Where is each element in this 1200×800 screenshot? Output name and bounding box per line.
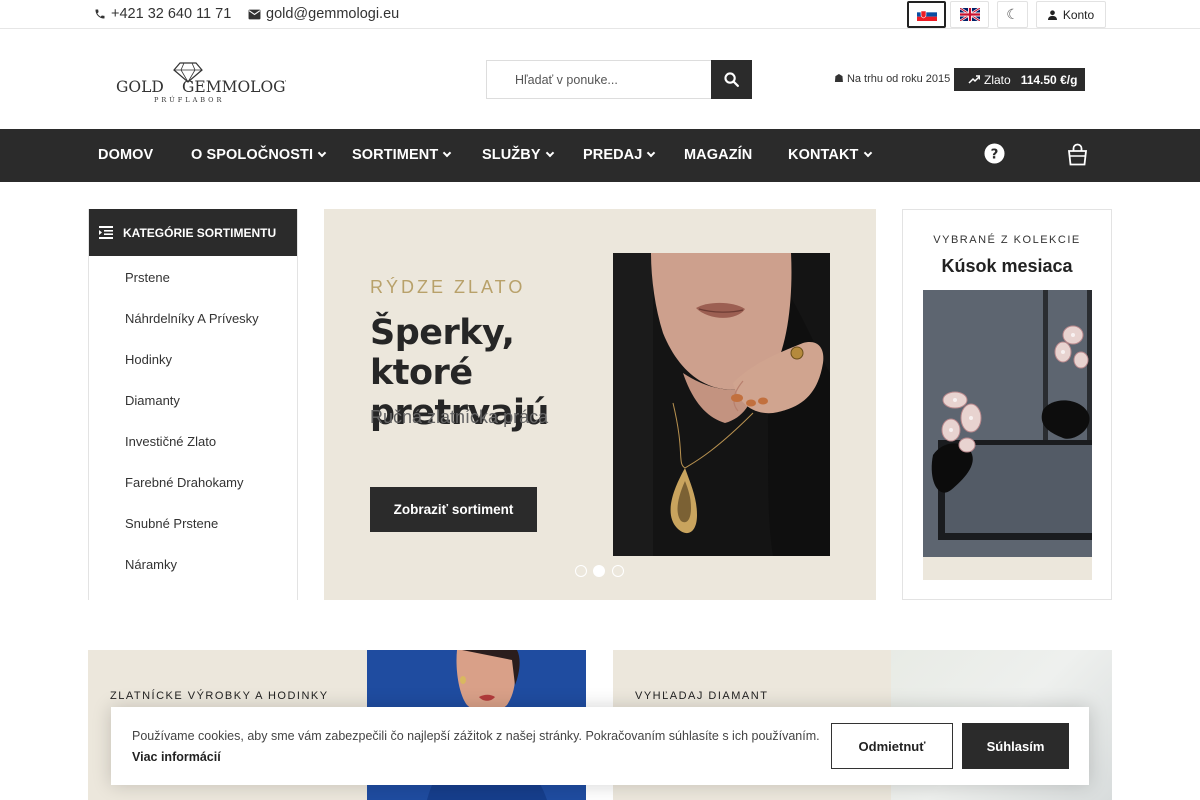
- search-button[interactable]: [711, 60, 752, 99]
- slider-dot-active[interactable]: [593, 565, 605, 577]
- phone-number: +421 32 640 11 71: [111, 6, 232, 22]
- promo-kicker: VYHĽADAJ DIAMANT: [635, 690, 769, 702]
- hero-kicker: RÝDZE ZLATO: [370, 277, 526, 297]
- cookie-more-info-link[interactable]: Viac informácií: [132, 750, 221, 764]
- slider-dot[interactable]: [612, 565, 624, 577]
- nav-item-sortiment[interactable]: SORTIMENT: [352, 147, 452, 163]
- search-icon: [724, 72, 740, 88]
- logo-text-left: GOLD: [116, 78, 164, 96]
- category-item[interactable]: Farebné Drahokamy: [125, 475, 244, 490]
- language-en-button[interactable]: [950, 1, 989, 28]
- email-address: gold@gemmologi.eu: [266, 6, 400, 22]
- category-item[interactable]: Prstene: [125, 270, 170, 285]
- nav-label: SORTIMENT: [352, 147, 439, 163]
- cookie-message: Používame cookies, aby sme vám zabezpeči…: [132, 729, 820, 743]
- nav-item-sluzby[interactable]: SLUŽBY: [482, 147, 554, 163]
- moon-icon: ☾: [1006, 6, 1019, 22]
- dark-mode-toggle[interactable]: ☾: [997, 1, 1028, 28]
- chevron-down-icon: [317, 148, 327, 158]
- nav-label: O SPOLOČNOSTI: [191, 147, 314, 163]
- phone-link[interactable]: +421 32 640 11 71: [94, 6, 231, 22]
- list-icon: [99, 226, 113, 239]
- search-input[interactable]: Hľadať v ponuke...: [487, 61, 711, 98]
- trending-up-icon: [968, 75, 980, 84]
- email-link[interactable]: gold@gemmologi.eu: [248, 6, 399, 22]
- nav-item-magazin[interactable]: MAGAZÍN: [684, 147, 752, 163]
- collection-kicker: VYBRANÉ Z KOLEKCIE: [933, 234, 1081, 246]
- shopping-bag-icon: [1067, 143, 1088, 166]
- nav-label: DOMOV: [98, 147, 154, 163]
- since-info: ☗ Na trhu od roku 2015: [834, 72, 950, 85]
- category-item[interactable]: Hodinky: [125, 352, 172, 367]
- question-icon: ?: [984, 143, 1005, 164]
- hero-model-image: [613, 253, 830, 556]
- collection-title: Kúsok mesiaca: [941, 256, 1073, 276]
- cart-button[interactable]: [1067, 143, 1088, 171]
- chevron-down-icon: [545, 148, 554, 158]
- logo-tagline: PRÚFLABOR: [154, 95, 224, 104]
- search-bar: Hľadať v ponuke...: [486, 60, 752, 99]
- main-navigation: DOMOV O SPOLOČNOSTI SORTIMENT SLUŽBY PRE…: [0, 129, 1200, 182]
- logo-graphic: GOLD GEMMOLOGY PRÚFLABOR: [116, 62, 296, 104]
- person-icon: ☗: [834, 73, 844, 85]
- nav-label: PREDAJ: [583, 147, 643, 163]
- hero-slider: RÝDZE ZLATO Šperky, ktoré pretrvajú Ručn…: [324, 209, 876, 600]
- category-item[interactable]: Náhrdelníky A Prívesky: [125, 311, 259, 326]
- category-item[interactable]: Náramky: [125, 557, 177, 572]
- gold-label: Zlato: [984, 72, 1011, 87]
- since-text: Na trhu od roku 2015: [846, 73, 951, 85]
- nav-item-o-spolocnosti[interactable]: O SPOLOČNOSTI: [191, 147, 327, 163]
- chevron-down-icon: [443, 148, 452, 158]
- slider-dot[interactable]: [575, 565, 587, 577]
- collection-product-image: [923, 290, 1092, 580]
- logo-text-right: GEMMOLOGY: [182, 78, 286, 96]
- mail-icon: [248, 9, 261, 19]
- phone-icon: [95, 9, 105, 19]
- cookie-reject-button[interactable]: Odmietnuť: [831, 723, 953, 769]
- sidebar-title: KATEGÓRIE SORTIMENTU: [123, 225, 277, 240]
- category-item[interactable]: Diamanty: [125, 393, 180, 408]
- search-placeholder: Hľadať v ponuke...: [515, 72, 618, 87]
- account-button[interactable]: Konto: [1036, 1, 1106, 28]
- gold-price: 114.50 €/g: [1020, 72, 1078, 87]
- help-button[interactable]: ?: [984, 143, 1005, 169]
- nav-item-predaj[interactable]: PREDAJ: [583, 147, 656, 163]
- nav-item-domov[interactable]: DOMOV: [98, 147, 153, 163]
- sidebar-header: KATEGÓRIE SORTIMENTU: [89, 209, 297, 256]
- chevron-down-icon: [647, 148, 656, 158]
- svg-text:?: ?: [991, 147, 999, 162]
- promo-kicker: ZLATNÍCKE VÝROBKY A HODINKY: [110, 690, 329, 702]
- slovak-flag-icon: [916, 8, 937, 21]
- top-bar: +421 32 640 11 71 gold@gemmologi.eu ☾ Ko…: [0, 0, 1200, 29]
- chevron-down-icon: [863, 148, 872, 158]
- nav-label: MAGAZÍN: [684, 147, 753, 163]
- nav-item-kontakt[interactable]: KONTAKT: [788, 147, 872, 163]
- category-item[interactable]: Investičné Zlato: [125, 434, 216, 449]
- nav-label: SLUŽBY: [482, 147, 541, 163]
- account-label: Konto: [1062, 7, 1095, 22]
- language-sk-button[interactable]: [907, 1, 946, 28]
- site-logo[interactable]: GOLD GEMMOLOGY PRÚFLABOR: [114, 58, 296, 106]
- collection-card[interactable]: VYBRANÉ Z KOLEKCIE Kúsok mesiaca: [902, 209, 1112, 600]
- cookie-consent-bar: Používame cookies, aby sme vám zabezpeči…: [111, 707, 1089, 785]
- user-icon: [1047, 9, 1057, 20]
- hero-subtitle: Ručná zlatnícka práca: [370, 407, 549, 427]
- uk-flag-icon: [959, 8, 980, 21]
- nav-label: KONTAKT: [788, 147, 859, 163]
- category-sidebar: KATEGÓRIE SORTIMENTU Prstene Náhrdelníky…: [88, 209, 298, 600]
- gold-price-badge[interactable]: Zlato 114.50 €/g: [954, 68, 1085, 91]
- show-assortment-button[interactable]: Zobraziť sortiment: [370, 487, 537, 532]
- cookie-text-block: Používame cookies, aby sme vám zabezpeči…: [132, 726, 822, 768]
- cookie-accept-button[interactable]: Súhlasím: [962, 723, 1069, 769]
- category-item[interactable]: Snubné Prstene: [125, 516, 218, 531]
